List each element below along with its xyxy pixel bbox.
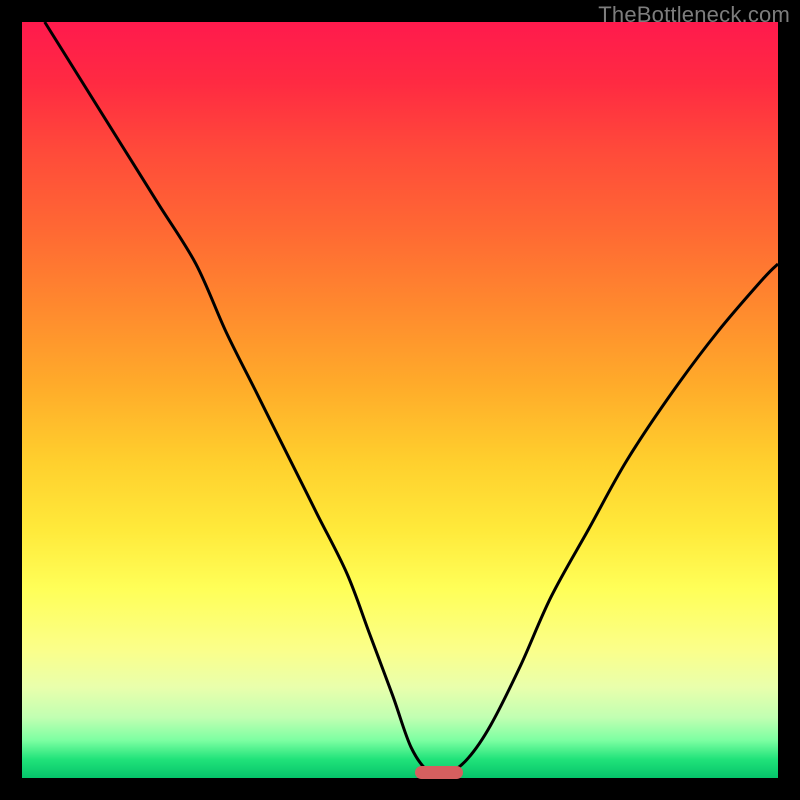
bottleneck-curve xyxy=(22,22,778,778)
curve-path xyxy=(45,22,778,775)
watermark-text: TheBottleneck.com xyxy=(598,2,790,28)
chart-frame: TheBottleneck.com xyxy=(0,0,800,800)
bottleneck-marker xyxy=(415,766,463,779)
plot-area xyxy=(22,22,778,778)
